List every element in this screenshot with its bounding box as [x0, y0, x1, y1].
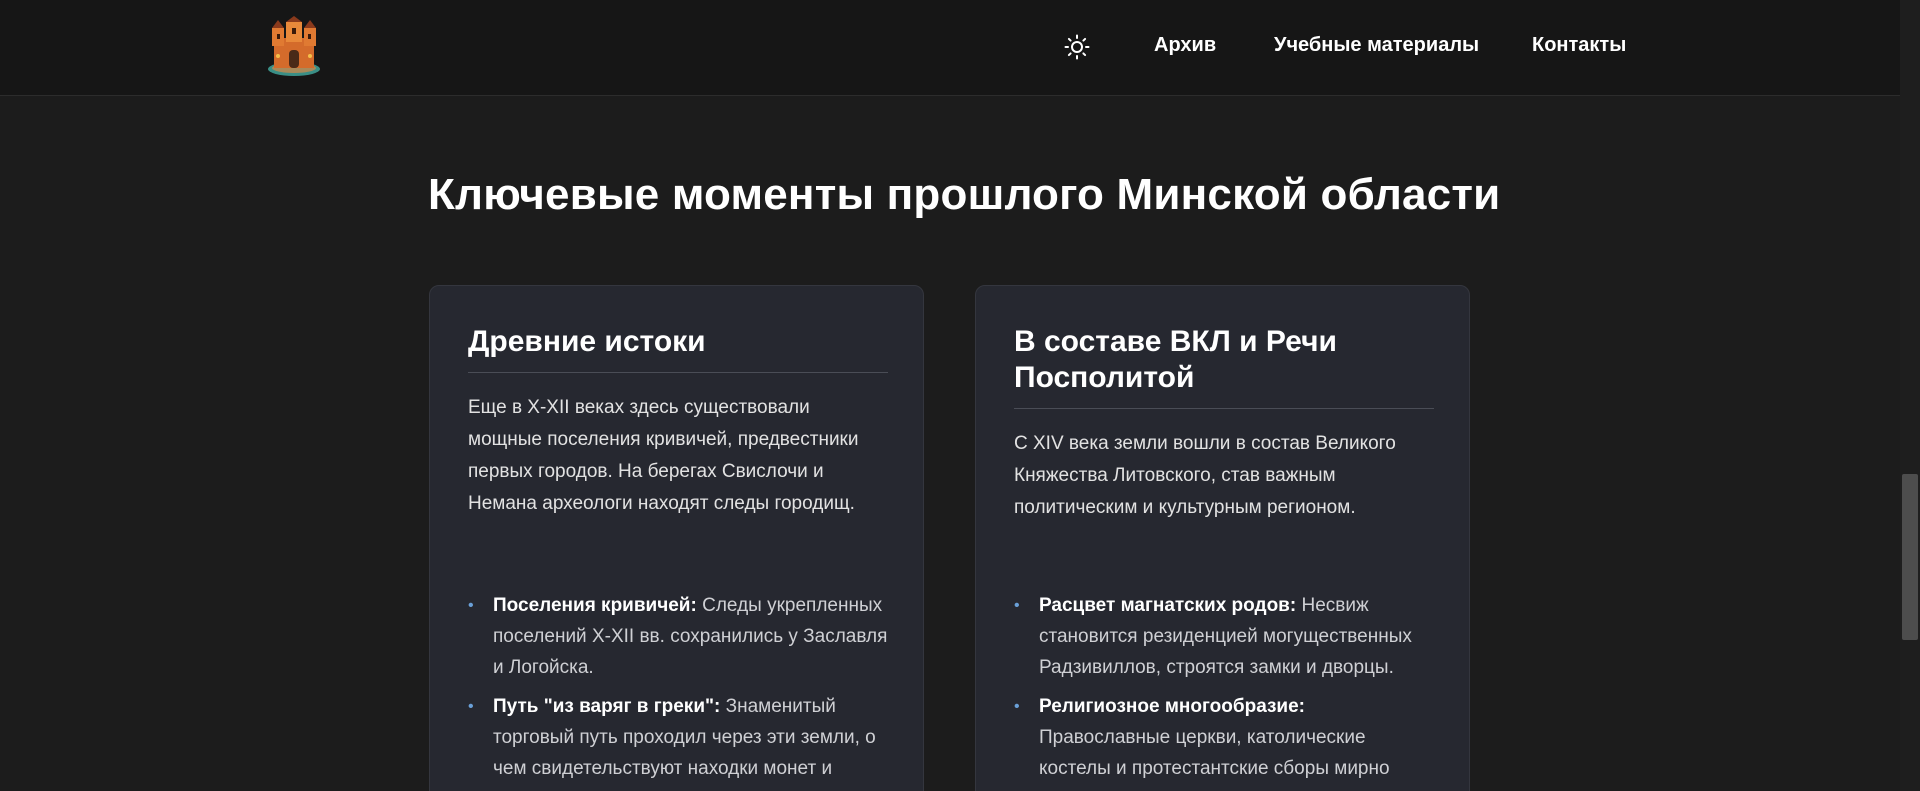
list-item: • Религиозное многообразие: Православные … — [1014, 691, 1439, 784]
history-card-gdl: В составе ВКЛ и Речи Посполитой С XIV ве… — [975, 285, 1470, 791]
list-item: • Расцвет магнатских родов: Несвиж станов… — [1014, 590, 1439, 683]
list-item-text: Православные церкви, католические костел… — [1039, 727, 1390, 779]
history-card-ancient: Древние истоки Еще в X-XII веках здесь с… — [429, 285, 924, 791]
card-text: С XIV века земли вошли в состав Великого… — [1014, 433, 1396, 518]
nav-link-materials[interactable]: Учебные материалы — [1274, 34, 1479, 57]
card-title: Древние истоки — [468, 325, 706, 358]
list-item-bold: Расцвет магнатских родов: — [1039, 595, 1297, 616]
card-divider — [468, 372, 888, 373]
castle-logo-icon[interactable] — [266, 16, 322, 78]
list-item: • Поселения кривичей: Следы укрепленных п… — [468, 590, 893, 683]
page: Архив Учебные материалы Контакты Ключевы… — [0, 0, 1920, 791]
vertical-scrollbar[interactable] — [1900, 0, 1920, 791]
card-list: • Расцвет магнатских родов: Несвиж станов… — [1014, 590, 1439, 791]
theme-toggle-button[interactable] — [1062, 32, 1092, 62]
card-text: Еще в X-XII веках здесь существовали мощ… — [468, 397, 859, 514]
page-title: Ключевые моменты прошлого Минской област… — [428, 170, 1501, 219]
list-item-bold: Поселения кривичей: — [493, 595, 697, 616]
card-divider — [1014, 408, 1434, 409]
list-item: • Путь "из варяг в греки": Знаменитый тор… — [468, 691, 893, 784]
sun-icon — [1064, 34, 1090, 60]
site-header: Архив Учебные материалы Контакты — [0, 0, 1902, 96]
nav-link-contacts[interactable]: Контакты — [1532, 34, 1626, 57]
list-item-bold: Путь "из варяг в греки": — [493, 696, 721, 717]
list-item-bold: Религиозное многообразие: — [1039, 696, 1306, 717]
nav-link-archive[interactable]: Архив — [1154, 34, 1216, 57]
card-title: В составе ВКЛ и Речи Посполитой — [1014, 325, 1337, 394]
bullet-icon: • — [1014, 698, 1020, 715]
scrollbar-thumb[interactable] — [1902, 474, 1918, 640]
bullet-icon: • — [468, 597, 474, 614]
bullet-icon: • — [1014, 597, 1020, 614]
bullet-icon: • — [468, 698, 474, 715]
card-list: • Поселения кривичей: Следы укрепленных п… — [468, 590, 893, 791]
